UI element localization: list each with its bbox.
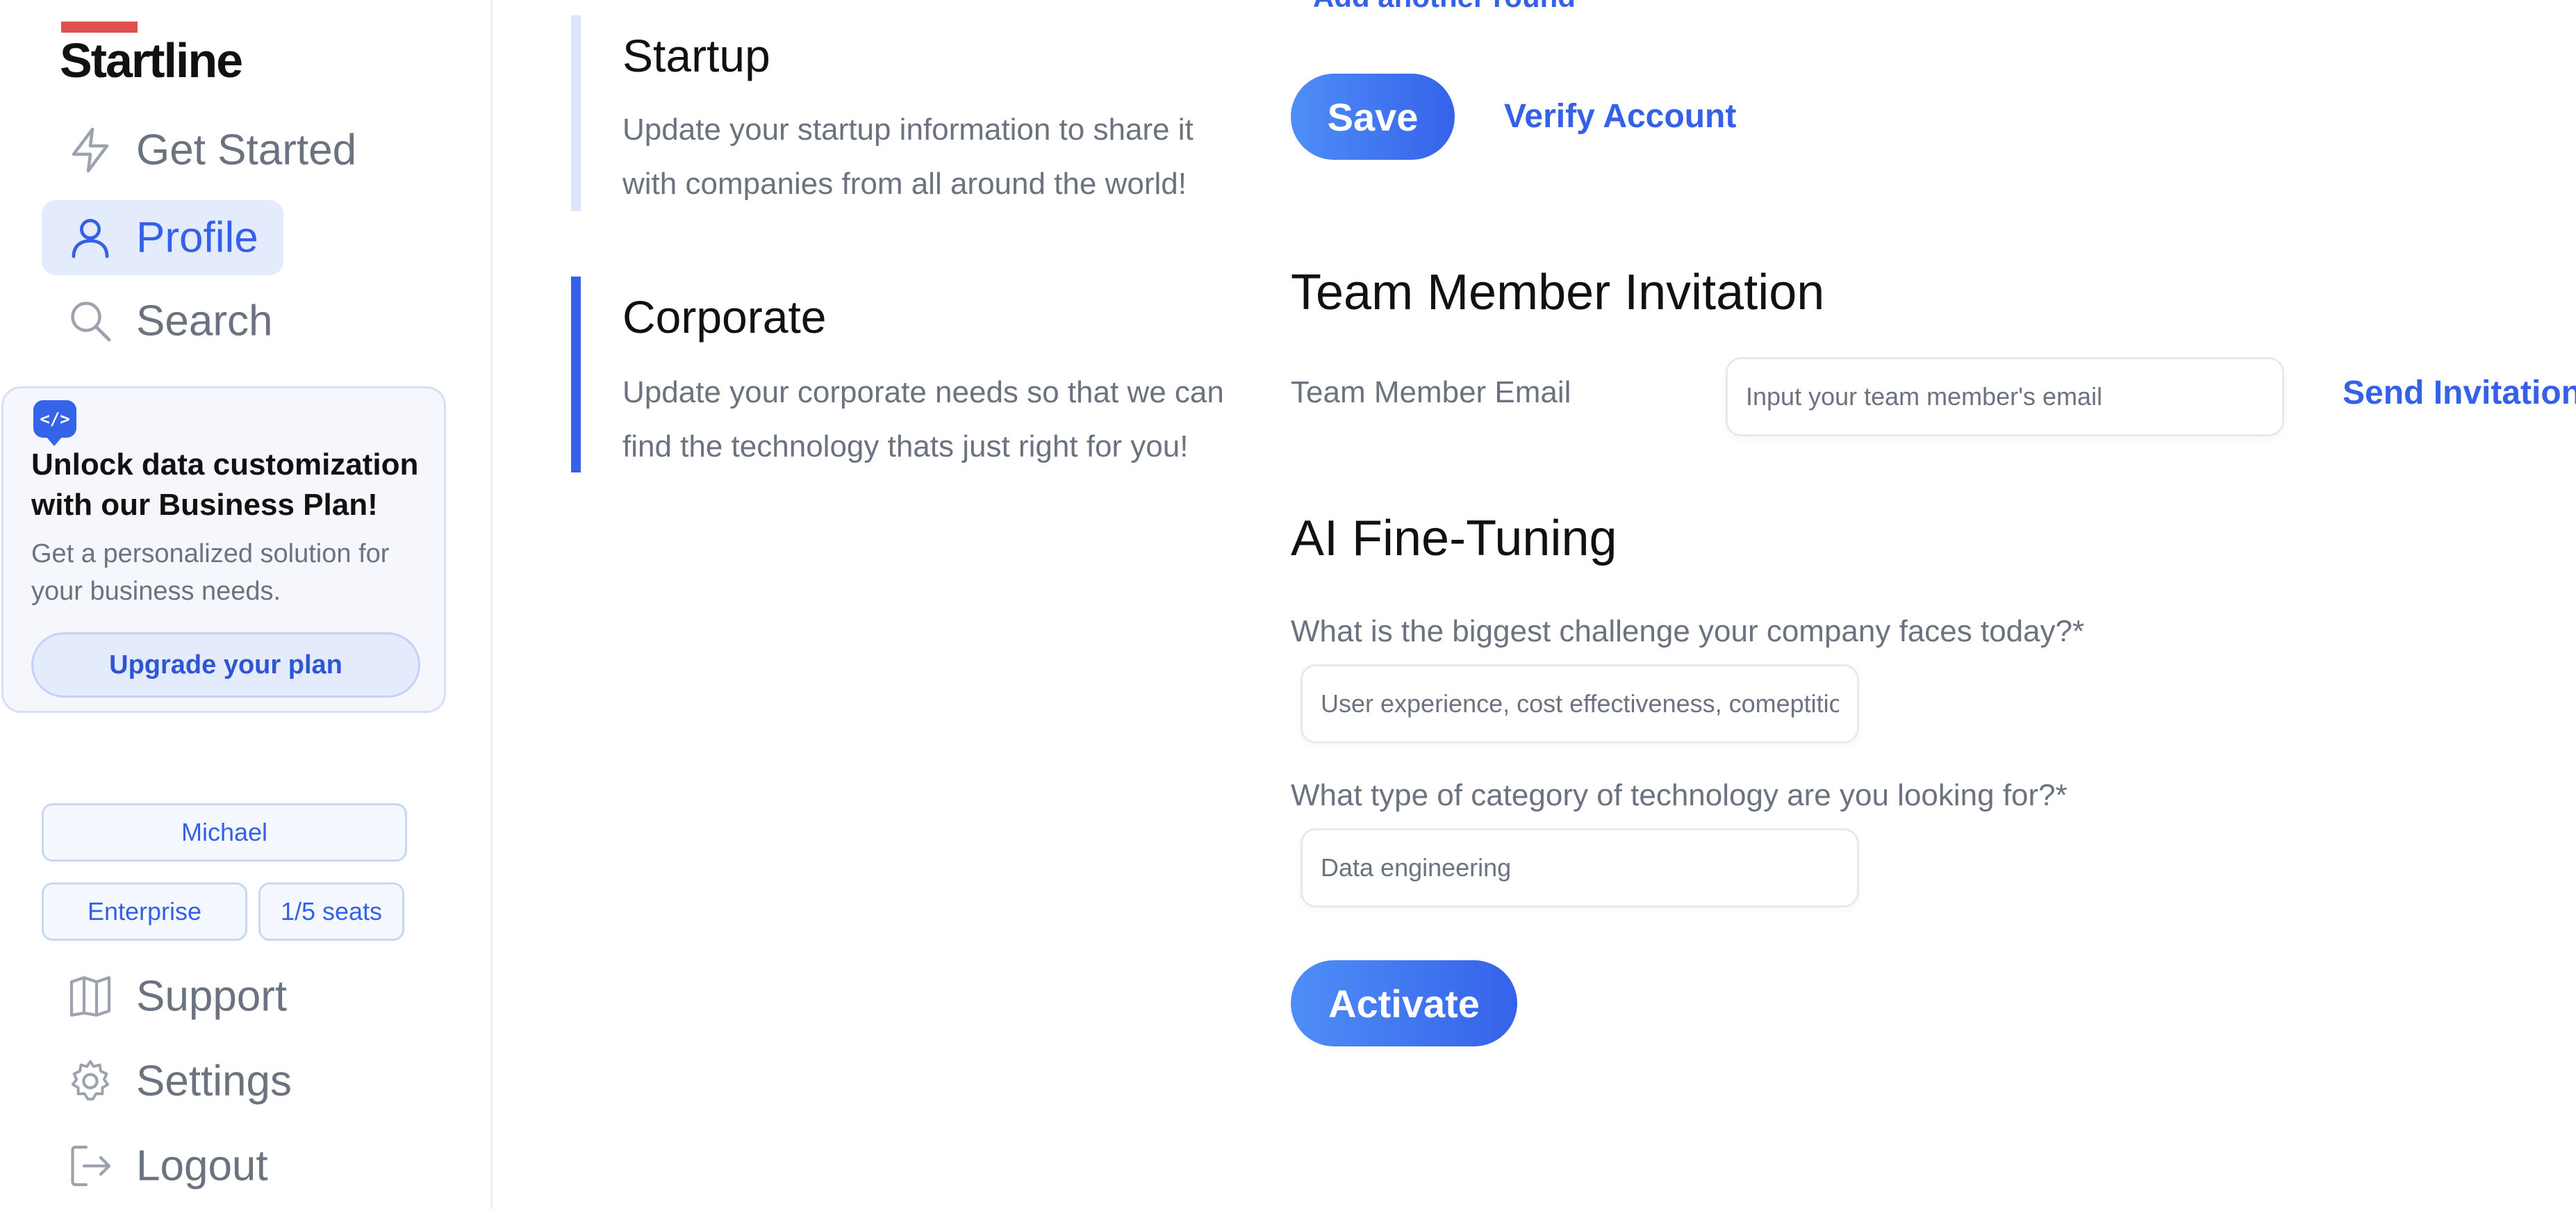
plan-badge: Enterprise xyxy=(42,882,247,941)
team-email-label: Team Member Email xyxy=(1291,375,1571,409)
sidebar-item-label: Get Started xyxy=(136,126,357,174)
promo-text: Get a personalized solution for your bus… xyxy=(31,539,390,606)
section-indicator-startup xyxy=(571,15,581,211)
sidebar-item-profile[interactable]: Profile xyxy=(42,200,283,275)
send-invitation-button[interactable]: Send Invitation xyxy=(2343,374,2576,412)
sidebar-item-label: Profile xyxy=(136,213,258,262)
sidebar-item-settings[interactable]: Settings xyxy=(42,1044,333,1119)
verify-account-link[interactable]: Verify Account xyxy=(1504,97,1736,135)
sidebar-item-support[interactable]: Support xyxy=(42,959,333,1034)
section-indicator-corporate xyxy=(571,277,581,472)
section-description-corporate: Update your corporate needs so that we c… xyxy=(622,375,1224,463)
sidebar-item-label: Support xyxy=(136,972,288,1021)
technology-category-input[interactable] xyxy=(1301,828,1859,907)
seats-badge: 1/5 seats xyxy=(258,882,404,941)
challenge-input[interactable] xyxy=(1301,664,1859,743)
sidebar-item-search[interactable]: Search xyxy=(42,283,320,359)
search-icon xyxy=(71,302,111,342)
logo-accent-bar xyxy=(61,22,138,33)
code-icon: </> xyxy=(33,400,76,446)
promo-title: Unlock data customization with our Busin… xyxy=(31,447,419,522)
section-title-corporate[interactable]: Corporate xyxy=(622,290,827,343)
gear-icon xyxy=(71,1060,110,1101)
team-invitation-heading: Team Member Invitation xyxy=(1291,265,1825,320)
section-title-startup[interactable]: Startup xyxy=(622,29,770,82)
sidebar-item-logout[interactable]: Logout xyxy=(42,1128,333,1203)
ai-fine-tuning-heading: AI Fine-Tuning xyxy=(1291,511,1617,566)
sidebar-item-label: Logout xyxy=(136,1142,268,1190)
add-round-link[interactable]: Add another round xyxy=(1313,0,1576,14)
challenge-question-label: What is the biggest challenge your compa… xyxy=(1291,614,2085,648)
lightning-icon xyxy=(72,127,109,173)
app-logo[interactable]: Startline xyxy=(60,36,243,85)
sidebar-item-label: Settings xyxy=(136,1057,292,1105)
team-email-input[interactable] xyxy=(1726,357,2284,436)
upgrade-plan-button[interactable]: Upgrade your plan xyxy=(31,632,420,698)
sidebar: Startline Get Started Profile Search </>… xyxy=(0,0,493,1209)
logout-icon xyxy=(71,1145,111,1187)
section-description-startup: Update your startup information to share… xyxy=(622,113,1194,201)
save-button[interactable]: Save xyxy=(1291,74,1455,160)
book-icon xyxy=(69,976,111,1017)
user-icon xyxy=(72,219,109,258)
user-name-badge[interactable]: Michael xyxy=(42,803,407,862)
activate-button[interactable]: Activate xyxy=(1291,960,1517,1046)
sidebar-item-get-started[interactable]: Get Started xyxy=(42,113,361,188)
sidebar-item-label: Search xyxy=(136,297,273,345)
technology-category-label: What type of category of technology are … xyxy=(1291,778,2067,812)
